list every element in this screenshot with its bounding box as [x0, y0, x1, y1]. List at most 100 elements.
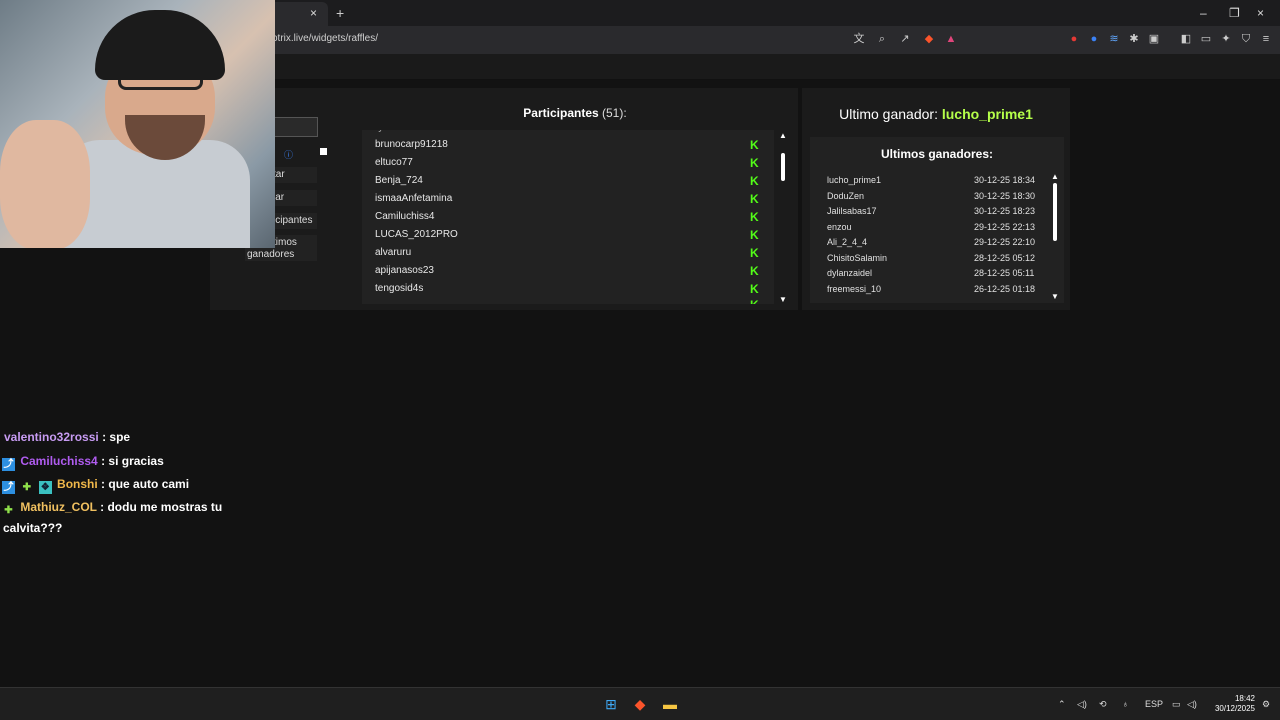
list-item: ismaaAnfetamina [375, 193, 453, 204]
scroll-down-icon[interactable]: ▼ [779, 295, 787, 304]
winner-date: 28-12-25 05:12 [974, 253, 1036, 263]
vip-badge-icon: ✚ [22, 482, 32, 493]
wifi-extension-icon[interactable]: ≋ [1108, 33, 1120, 45]
winners-scroll-down-icon[interactable]: ▼ [1051, 292, 1059, 301]
sync-icon[interactable]: ⟲ [1099, 699, 1107, 710]
maximize-button[interactable]: ❐ [1229, 6, 1240, 20]
chat-text: : que auto cami [101, 477, 190, 491]
keyword-input[interactable] [272, 117, 318, 137]
kick-icon: K [750, 246, 759, 260]
chat-message: valentino32rossi : spe [4, 428, 130, 446]
winners-list-box[interactable] [810, 137, 1064, 303]
chat-username: Mathiuz_COL [20, 500, 97, 514]
winner-name: freemessi_10 [827, 284, 882, 294]
microphone-icon[interactable]: ♁ [1122, 699, 1129, 709]
winner-date: 30-12-25 18:34 [974, 175, 1036, 185]
extension-icon[interactable]: ● [1088, 33, 1100, 45]
info-icon[interactable]: ⓘ [284, 148, 293, 161]
minimize-button[interactable]: – [1200, 6, 1207, 20]
speaker-icon[interactable]: ◁) [1077, 699, 1087, 710]
participants-title: Participantes (51): [480, 106, 670, 120]
participants-title-label: Participantes [523, 106, 599, 120]
address-bar[interactable]: otrix.live/widgets/raffles/ [272, 33, 378, 44]
list-item: brunocarp91218 [375, 139, 448, 150]
kick-icon: K [750, 228, 759, 242]
clock[interactable]: 18:42 30/12/2025 [1205, 694, 1255, 714]
kick-icon: K [750, 174, 759, 188]
brave-browser-icon[interactable]: ◆ [632, 696, 648, 712]
kick-icon: K [750, 210, 759, 224]
chat-text: : si gracias [101, 454, 164, 468]
kick-icon: K [750, 264, 759, 278]
participants-count: (51): [602, 106, 627, 120]
winner-date: 29-12-25 22:13 [974, 222, 1036, 232]
chat-message: ⤴ Camiluchiss4 : si gracias [2, 452, 164, 471]
last-winner-label: Ultimo ganador: [839, 106, 938, 122]
kick-icon: K [750, 192, 759, 206]
subscriber-badge-icon: ⤴ [2, 458, 15, 471]
leo-icon[interactable]: ✦ [1220, 33, 1232, 45]
option-checkbox[interactable] [320, 148, 327, 155]
clock-date: 30/12/2025 [1214, 704, 1255, 713]
volume-icon[interactable]: ◁) [1187, 699, 1197, 710]
winners-scroll-up-icon[interactable]: ▲ [1051, 172, 1059, 181]
record-icon[interactable]: ● [1068, 33, 1080, 45]
share-icon[interactable]: ↗ [899, 33, 911, 45]
browser-tab[interactable] [270, 2, 328, 26]
vip-badge-icon: ✚ [4, 505, 13, 516]
kick-icon: K [750, 299, 762, 304]
screen: × + – ❐ × otrix.live/widgets/raffles/ 文 … [0, 0, 1280, 720]
brave-shields-icon[interactable]: ◆ [923, 33, 935, 45]
subscriber-badge-icon: ⤴ [2, 481, 15, 494]
list-item: LUCAS_2012PRO [375, 229, 458, 240]
sidebar-icon[interactable]: ◧ [1180, 33, 1192, 45]
zoom-icon[interactable]: ⌕ [876, 33, 888, 45]
file-explorer-icon[interactable]: ▬ [662, 696, 678, 712]
rewards-icon[interactable]: ▲ [945, 33, 957, 45]
chat-username: Camiluchiss4 [20, 454, 98, 468]
list-item: tengosid4s [375, 283, 424, 294]
list-item: apijanasos23 [375, 265, 434, 276]
gift-badge-icon: ❖ [38, 481, 52, 494]
winner-name: DoduZen [827, 191, 865, 201]
wallet-icon[interactable]: ▭ [1200, 33, 1212, 45]
translate-icon[interactable]: 文 [853, 33, 865, 45]
chat-username: Bonshi [57, 477, 98, 491]
winner-date: 26-12-25 01:18 [974, 284, 1036, 294]
list-item: Camiluchiss4 [375, 211, 435, 222]
kick-icon: K [750, 138, 759, 152]
clock-time: 18:42 [1234, 694, 1255, 703]
winner-name: ChisitoSalamin [827, 253, 888, 263]
list-item: Benja_724 [375, 175, 423, 186]
new-tab-button[interactable]: + [336, 5, 344, 21]
webcam-overlay [0, 0, 275, 248]
vpn-icon[interactable]: ⛉ [1240, 33, 1252, 45]
notifications-icon[interactable]: ⚙ [1262, 699, 1270, 710]
winners-scrollbar[interactable] [1053, 183, 1057, 241]
extensions-icon[interactable]: ✱ [1128, 33, 1140, 45]
streamer-hand [0, 120, 90, 248]
last-winner-name: lucho_prime1 [941, 106, 1033, 122]
winner-date: 30-12-25 18:30 [974, 191, 1036, 201]
winner-name: enzou [827, 222, 852, 232]
windows-start-icon[interactable]: ⊞ [603, 696, 619, 712]
chat-text: : dodu me mostras tu [100, 500, 223, 514]
last-winners-label-2: ganadores [247, 249, 295, 260]
menu-icon[interactable]: ≡ [1260, 33, 1272, 45]
last-winner: Ultimo ganador: lucho_prime1 [810, 106, 1062, 122]
winner-date: 29-12-25 22:10 [974, 237, 1036, 247]
participants-scrollbar[interactable] [781, 153, 785, 181]
media-icon[interactable]: ▣ [1148, 33, 1160, 45]
scroll-up-icon[interactable]: ▲ [779, 131, 787, 140]
tab-close-icon[interactable]: × [310, 6, 317, 20]
close-window-button[interactable]: × [1257, 6, 1264, 20]
participants-list[interactable]: ryoxmz brunocarp91218 K eltuco77 K Benja… [362, 130, 774, 304]
list-item: alvaruru [375, 247, 412, 258]
language-indicator[interactable]: ESP [1145, 699, 1163, 709]
chat-text: : spe [102, 430, 131, 444]
winner-name: lucho_prime1 [827, 175, 882, 185]
winner-date: 30-12-25 18:23 [974, 206, 1036, 216]
network-icon[interactable]: ▭ [1172, 699, 1181, 710]
tray-overflow-icon[interactable]: ⌃ [1058, 699, 1066, 710]
chat-message: ⤴ ✚ ❖ Bonshi : que auto cami [2, 475, 189, 494]
